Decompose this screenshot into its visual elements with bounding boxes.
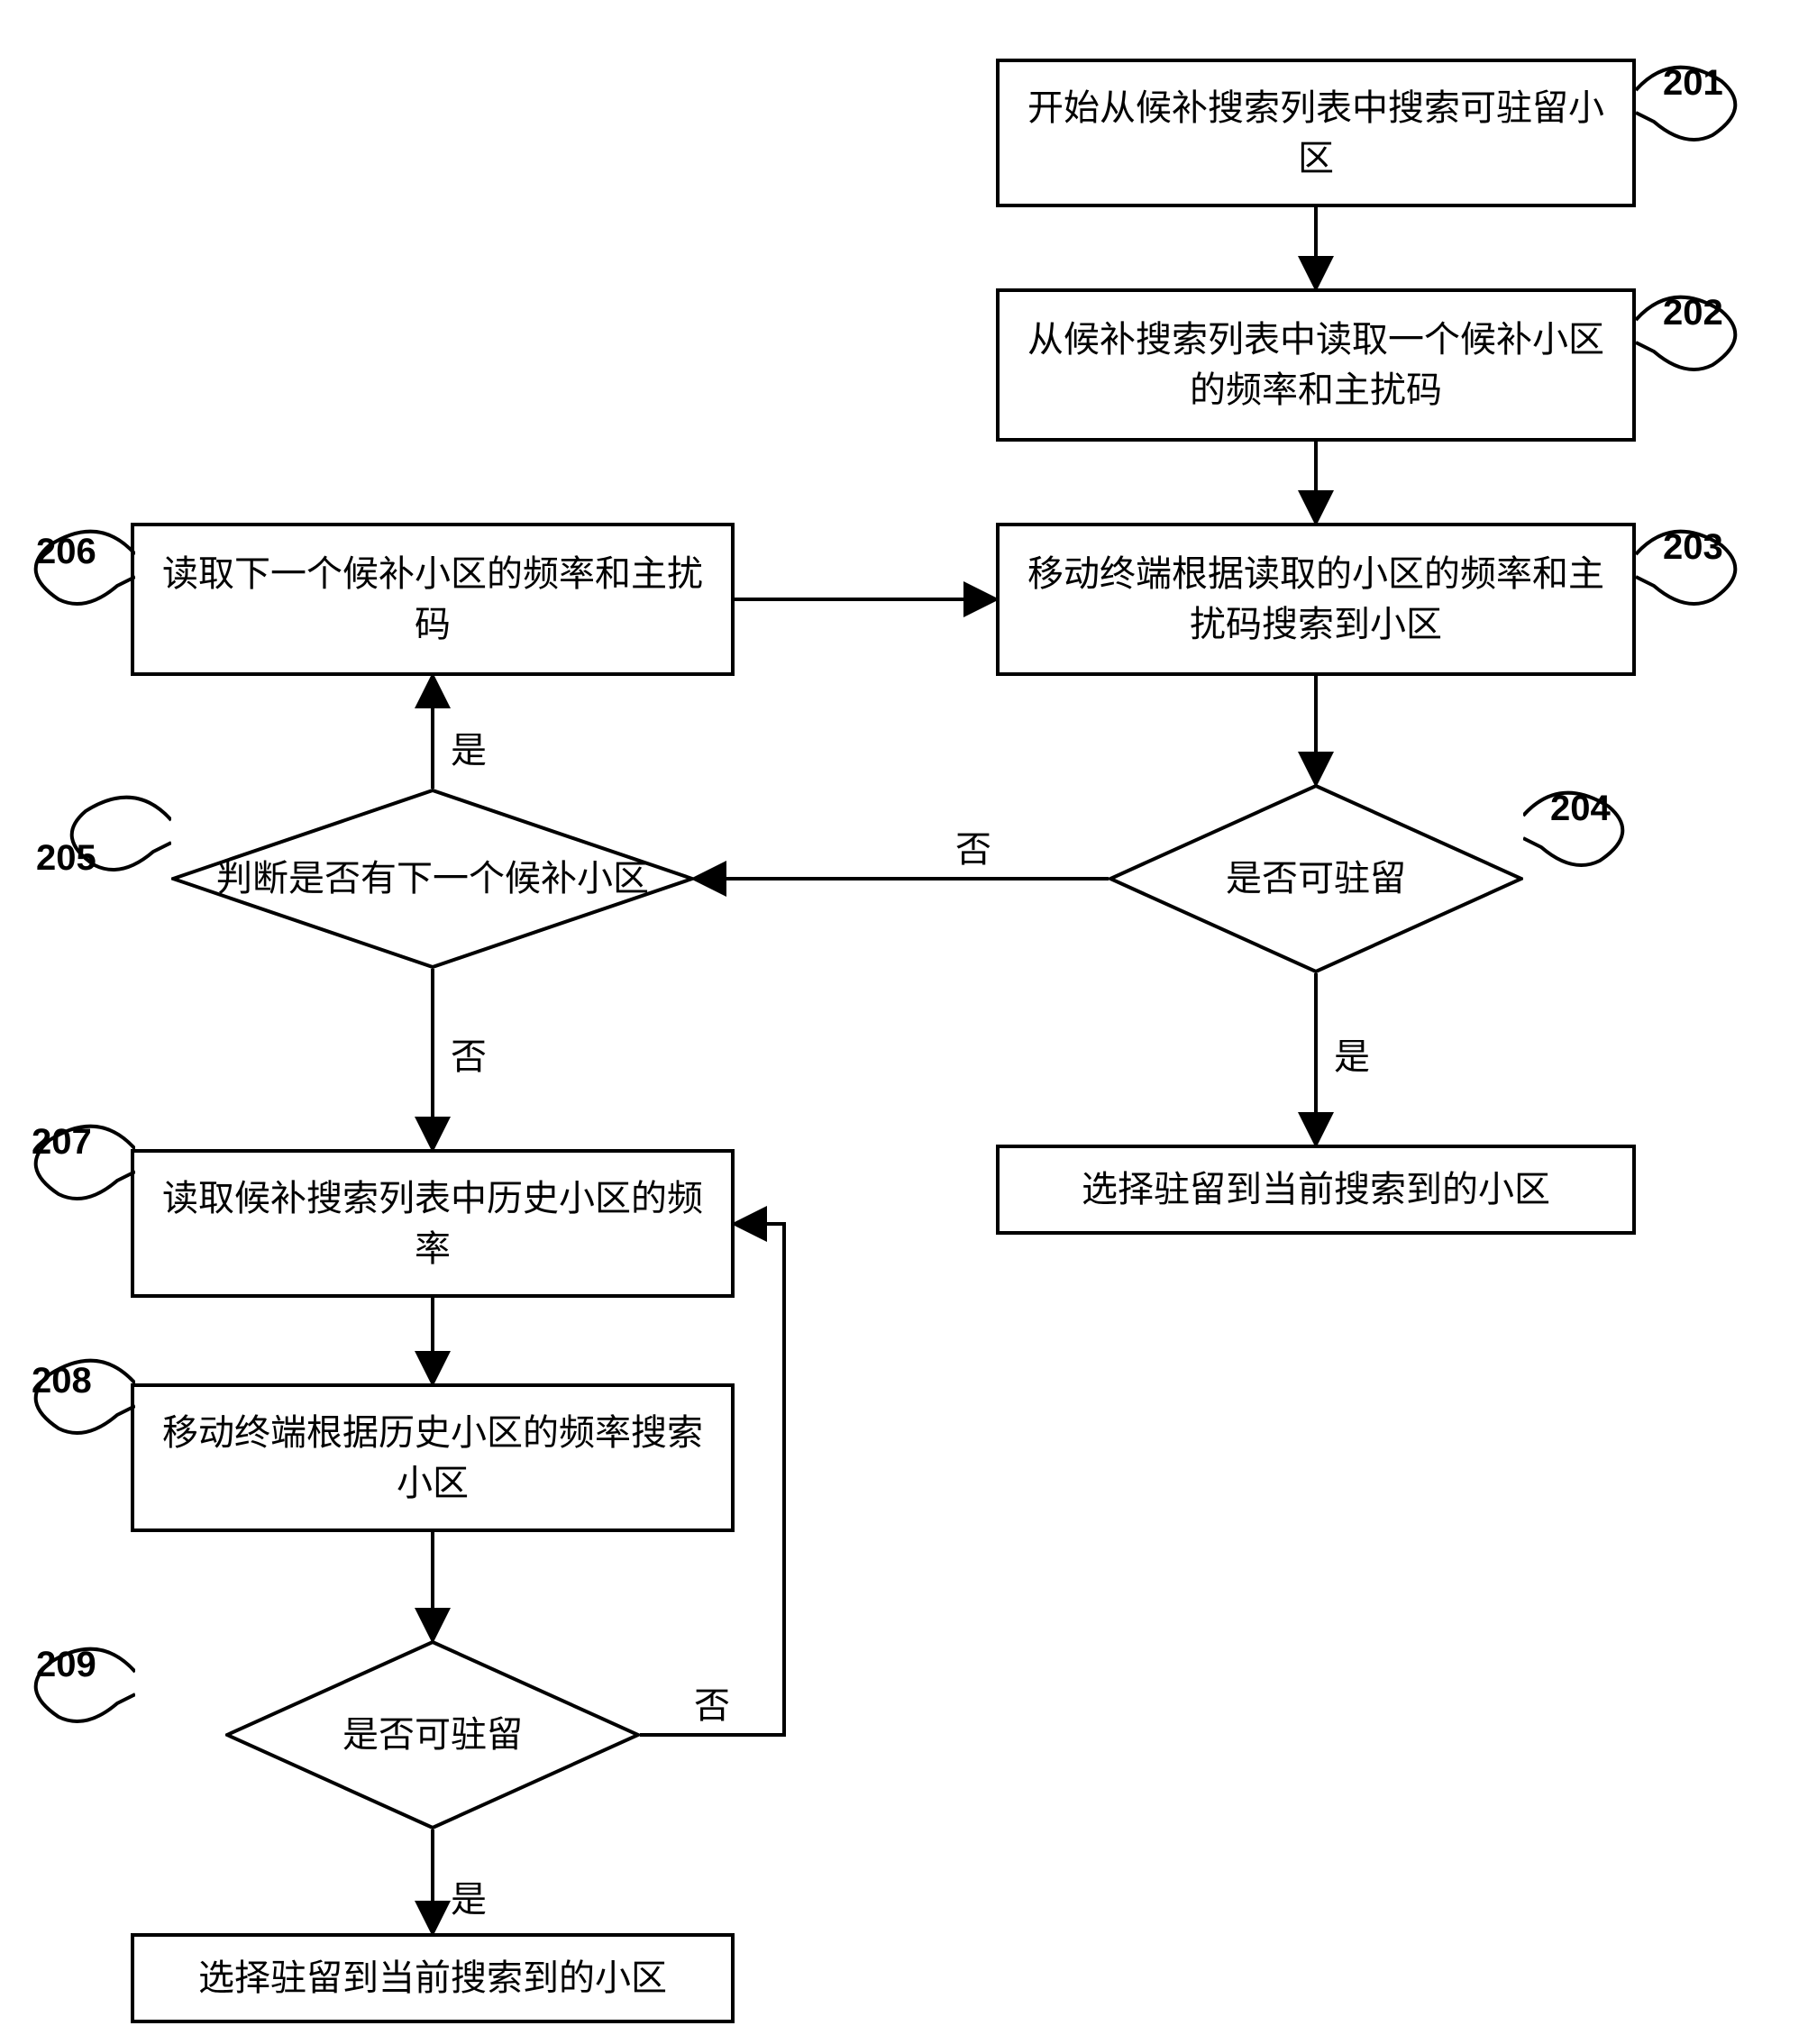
node-205-text: 判断是否有下一个候补小区 <box>216 853 649 904</box>
node-207: 读取候补搜索列表中历史小区的频率 <box>131 1149 735 1298</box>
node-209: 是否可驻留 <box>225 1640 640 1830</box>
node-201: 开始从候补搜索列表中搜索可驻留小区 <box>996 59 1636 207</box>
node-202: 从候补搜索列表中读取一个候补小区的频率和主扰码 <box>996 288 1636 442</box>
edge-204-yes: 是 <box>1334 1027 1370 1080</box>
edge-209-no: 否 <box>694 1676 730 1729</box>
node-204: 是否可驻留 <box>1109 784 1523 973</box>
node-209-yes-text: 选择驻留到当前搜索到的小区 <box>198 1953 667 2003</box>
label-205: 205 <box>36 838 96 879</box>
label-209: 209 <box>36 1645 96 1685</box>
node-204-yes-text: 选择驻留到当前搜索到的小区 <box>1082 1164 1550 1215</box>
node-206-text: 读取下一个候补小区的频率和主扰码 <box>152 549 713 650</box>
label-201: 201 <box>1663 63 1723 104</box>
label-204: 204 <box>1550 789 1611 829</box>
node-204-yes: 选择驻留到当前搜索到的小区 <box>996 1145 1636 1235</box>
node-203-text: 移动终端根据读取的小区的频率和主扰码搜索到小区 <box>1018 549 1614 650</box>
label-203: 203 <box>1663 527 1723 568</box>
node-203: 移动终端根据读取的小区的频率和主扰码搜索到小区 <box>996 523 1636 676</box>
edge-205-no: 否 <box>451 1027 487 1080</box>
edge-204-no: 否 <box>955 820 991 872</box>
label-206: 206 <box>36 532 96 572</box>
node-201-text: 开始从候补搜索列表中搜索可驻留小区 <box>1018 83 1614 184</box>
label-207: 207 <box>32 1122 92 1163</box>
label-208: 208 <box>32 1361 92 1401</box>
edge-209-yes: 是 <box>451 1870 487 1922</box>
node-204-text: 是否可驻留 <box>1226 853 1406 904</box>
node-208-text: 移动终端根据历史小区的频率搜索小区 <box>152 1408 713 1509</box>
node-209-yes: 选择驻留到当前搜索到的小区 <box>131 1933 735 2023</box>
node-209-text: 是否可驻留 <box>342 1710 523 1760</box>
label-202: 202 <box>1663 293 1723 333</box>
node-208: 移动终端根据历史小区的频率搜索小区 <box>131 1383 735 1532</box>
node-207-text: 读取候补搜索列表中历史小区的频率 <box>152 1173 713 1274</box>
node-205: 判断是否有下一个候补小区 <box>171 789 694 969</box>
node-206: 读取下一个候补小区的频率和主扰码 <box>131 523 735 676</box>
node-202-text: 从候补搜索列表中读取一个候补小区的频率和主扰码 <box>1018 315 1614 415</box>
edge-205-yes: 是 <box>451 721 487 773</box>
